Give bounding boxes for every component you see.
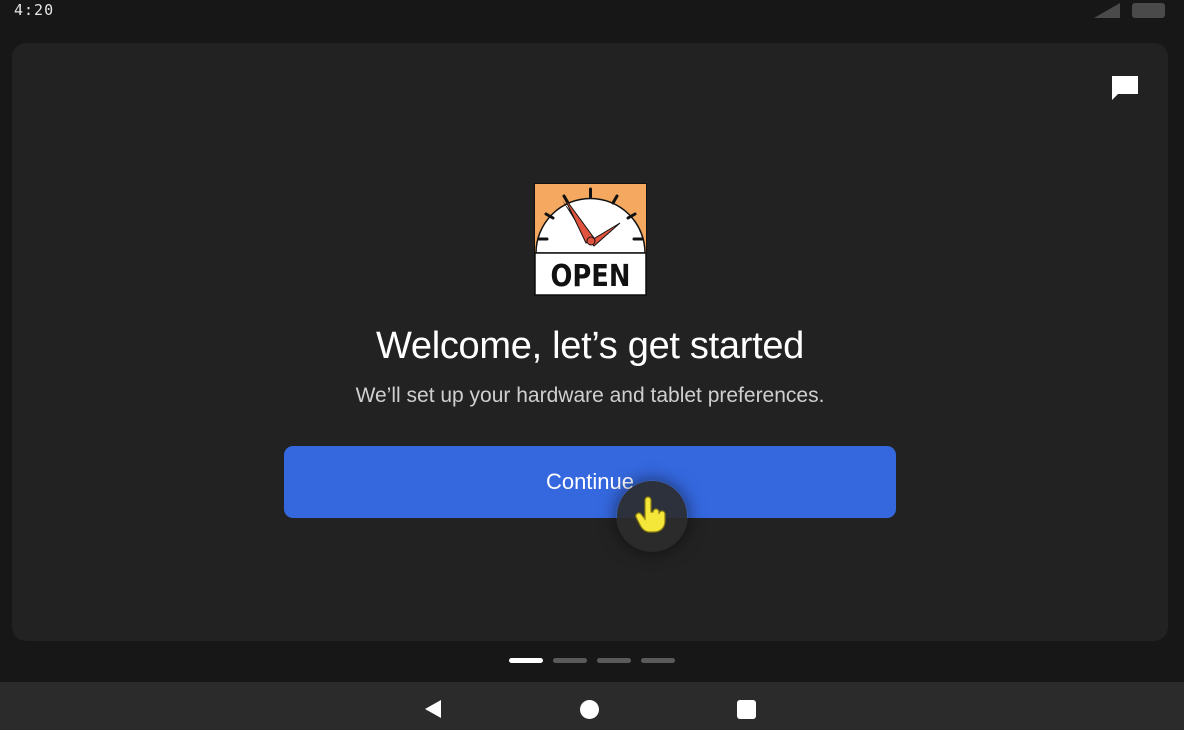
pointing-hand-icon: [635, 496, 666, 533]
page-dot-3: [597, 658, 631, 663]
page-subtitle: We’ll set up your hardware and tablet pr…: [355, 384, 825, 407]
page-indicator: [0, 658, 1184, 664]
navigation-bar: [0, 682, 1184, 730]
touch-indicator: [617, 481, 687, 551]
page-dot-1: [509, 658, 543, 663]
signal-icon: [1094, 3, 1120, 18]
recents-square-icon[interactable]: [737, 700, 756, 719]
continue-label: Continue: [545, 469, 635, 494]
back-triangle-icon[interactable]: [423, 699, 443, 719]
page-dot-4: [641, 658, 675, 663]
battery-icon: [1132, 3, 1165, 18]
status-bar: 4:20: [0, 0, 1184, 22]
welcome-card: OPEN Welcome, let’s get started We’ll se…: [12, 43, 1168, 641]
status-time: 4:20: [14, 1, 55, 19]
page-title: Welcome, let’s get started: [376, 325, 804, 367]
chat-bubble-icon[interactable]: [1109, 73, 1141, 103]
continue-button[interactable]: Continue: [284, 446, 896, 518]
logo-text: OPEN: [551, 259, 631, 294]
page-dot-2: [553, 658, 587, 663]
open-clock-logo: OPEN: [534, 183, 647, 296]
home-circle-icon[interactable]: [580, 700, 599, 719]
